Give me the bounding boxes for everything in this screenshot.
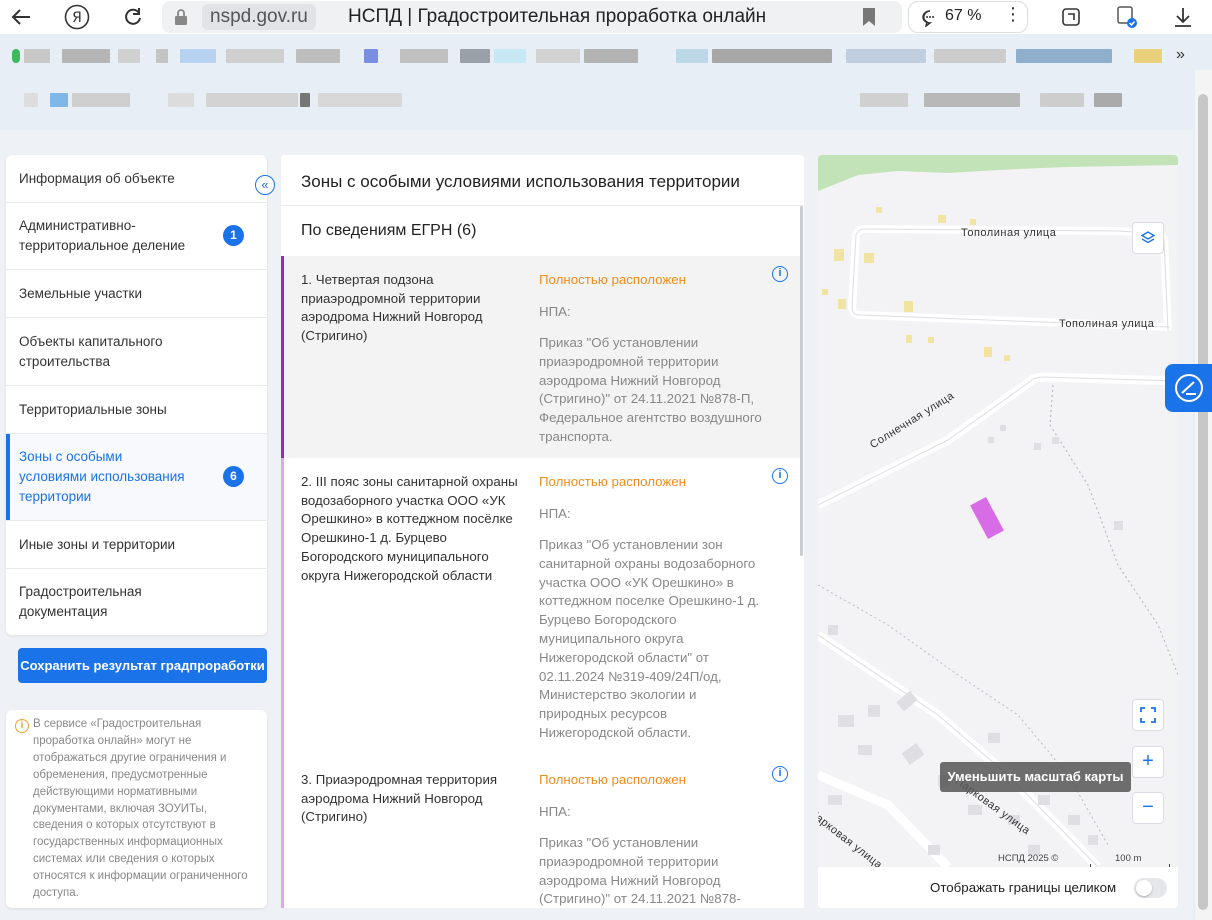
zoom-level: 67 % <box>945 7 982 24</box>
show-boundaries-row: Отображать границы целиком <box>818 867 1178 908</box>
npa-text: Приказ "Об установлении зон санитарной о… <box>539 537 760 740</box>
nav-item-other-zones[interactable]: Иные зоны и территории <box>6 521 267 569</box>
nav-item-object-info[interactable]: Информация об объекте <box>6 155 267 203</box>
count-badge: 1 <box>223 225 244 246</box>
nav-item-label: Зоны с особыми условиями использования т… <box>19 449 185 504</box>
zoom-in-button[interactable]: + <box>1132 746 1164 778</box>
panel-scrollbar[interactable] <box>800 206 803 556</box>
layers-icon <box>1140 231 1156 244</box>
url-domain: nspd.gov.ru <box>202 4 316 30</box>
layers-button[interactable] <box>1132 222 1164 254</box>
lock-icon <box>175 9 187 25</box>
browser-toolbar: Я nspd.gov.ru НСПД | Градостроительная п… <box>0 0 1212 34</box>
nav-item-label: Градостроительная документация <box>19 584 142 619</box>
map-panel: Тополиная улица Тополиная улица Солнечна… <box>818 155 1178 908</box>
show-boundaries-toggle[interactable] <box>1134 878 1167 898</box>
nav-item-label: Административно- территориальное деление <box>19 218 186 253</box>
section-heading: По сведениям ЕГРН (6) <box>301 222 477 239</box>
zone-name: 3. Приаэродромная территория аэродрома Н… <box>301 772 498 825</box>
nav-item-label: Объекты капитального строительства <box>19 334 163 369</box>
warning-info-icon: i <box>15 719 29 733</box>
blurred-header <box>0 90 1212 110</box>
svg-text:Я: Я <box>72 10 82 26</box>
nav-item-urban-docs[interactable]: Градостроительная документация <box>6 569 267 635</box>
profile-icon[interactable] <box>1112 2 1142 32</box>
info-icon[interactable]: i <box>772 468 788 484</box>
zone-status: Полностью расположен <box>539 474 687 489</box>
zone-card[interactable]: 1. Четвертая подзона приаэродромной терр… <box>281 256 801 458</box>
chat-icon <box>922 10 934 27</box>
nav-item-capital-construction[interactable]: Объекты капитального строительства <box>6 318 267 386</box>
zone-color-bar <box>281 458 284 756</box>
info-icon[interactable]: i <box>772 766 788 782</box>
page-title: НСПД | Градостроительная проработка онла… <box>348 6 767 27</box>
npa-text: Приказ "Об установлении приаэродромной т… <box>539 835 741 907</box>
bookmark-icon[interactable] <box>862 7 876 27</box>
fullscreen-icon <box>1140 707 1156 723</box>
scale-label: 100 m <box>1115 853 1142 864</box>
npa-label: НПА: <box>539 506 571 521</box>
toggle-knob <box>1136 880 1152 896</box>
zone-color-bar <box>281 256 284 458</box>
npa-text: Приказ "Об установлении приаэродромной т… <box>539 335 762 444</box>
nav-item-label: Информация об объекте <box>19 171 175 186</box>
zone-name: 2. III пояс зоны санитарной охраны водоз… <box>301 474 518 583</box>
bookmarks-overflow-icon[interactable]: » <box>1176 46 1185 64</box>
zones-panel: Зоны с особыми условиями использования т… <box>281 155 804 908</box>
save-result-button[interactable]: Сохранить результат градпроработки <box>18 648 267 683</box>
nav-item-territorial-zones[interactable]: Территориальные зоны <box>6 386 267 434</box>
toggle-label: Отображать границы целиком <box>930 880 1117 895</box>
zone-card[interactable]: 3. Приаэродромная территория аэродрома Н… <box>281 756 801 908</box>
count-badge: 6 <box>223 466 244 487</box>
zone-status: Полностью расположен <box>539 772 687 787</box>
street-label: Тополиная улица <box>961 227 1057 239</box>
side-feedback-tab[interactable] <box>1165 364 1212 412</box>
bookmarks-bar: » <box>0 46 1212 66</box>
zone-color-bar <box>281 756 284 908</box>
npa-label: НПА: <box>539 804 571 819</box>
nav-item-land-plots[interactable]: Земельные участки <box>6 270 267 318</box>
info-icon[interactable]: i <box>772 266 788 282</box>
street-label: Тополиная улица <box>1059 318 1155 330</box>
nav-item-label: Иные зоны и территории <box>19 537 176 552</box>
nav-item-admin-division[interactable]: Административно- территориальное деление… <box>6 203 267 270</box>
zone-card[interactable]: 2. III пояс зоны санитарной охраны водоз… <box>281 458 801 756</box>
nav-item-special-zones[interactable]: Зоны с особыми условиями использования т… <box>6 434 267 521</box>
page-scroll-thumb[interactable] <box>1198 94 1208 910</box>
section-nav: Информация об объекте Административно- т… <box>6 155 267 635</box>
map-attribution: НСПД 2025 © <box>998 853 1059 864</box>
panel-title: Зоны с особыми условиями использования т… <box>301 172 740 191</box>
nav-item-label: Земельные участки <box>19 286 143 301</box>
reload-icon[interactable] <box>118 2 148 32</box>
yandex-icon[interactable]: Я <box>62 2 92 32</box>
feedback-icon <box>1175 374 1203 402</box>
address-bar[interactable]: nspd.gov.ru НСПД | Градостроительная про… <box>162 1 902 33</box>
npa-label: НПА: <box>539 304 571 319</box>
extensions-icon[interactable] <box>1056 2 1086 32</box>
info-notice-text: В сервисе «Градостроительная проработка … <box>33 718 248 900</box>
download-icon[interactable] <box>1168 2 1198 32</box>
zone-status: Полностью расположен <box>539 272 687 287</box>
info-notice: i В сервисе «Градостроительная проработк… <box>6 710 267 908</box>
divider <box>281 205 804 206</box>
map-canvas[interactable]: Тополиная улица Тополиная улица Солнечна… <box>818 155 1178 871</box>
fullscreen-button[interactable] <box>1132 699 1164 731</box>
back-arrow-icon[interactable] <box>6 2 36 32</box>
nav-item-label: Территориальные зоны <box>19 402 167 417</box>
zoom-out-button[interactable]: − <box>1132 792 1164 824</box>
zoom-out-tooltip: Уменьшить масштаб карты <box>940 762 1131 792</box>
zone-name: 1. Четвертая подзона приаэродромной терр… <box>301 272 483 344</box>
more-menu-icon[interactable]: ⋮ <box>1004 4 1022 25</box>
active-indicator <box>6 434 10 520</box>
collapse-panel-icon[interactable]: « <box>255 175 275 195</box>
